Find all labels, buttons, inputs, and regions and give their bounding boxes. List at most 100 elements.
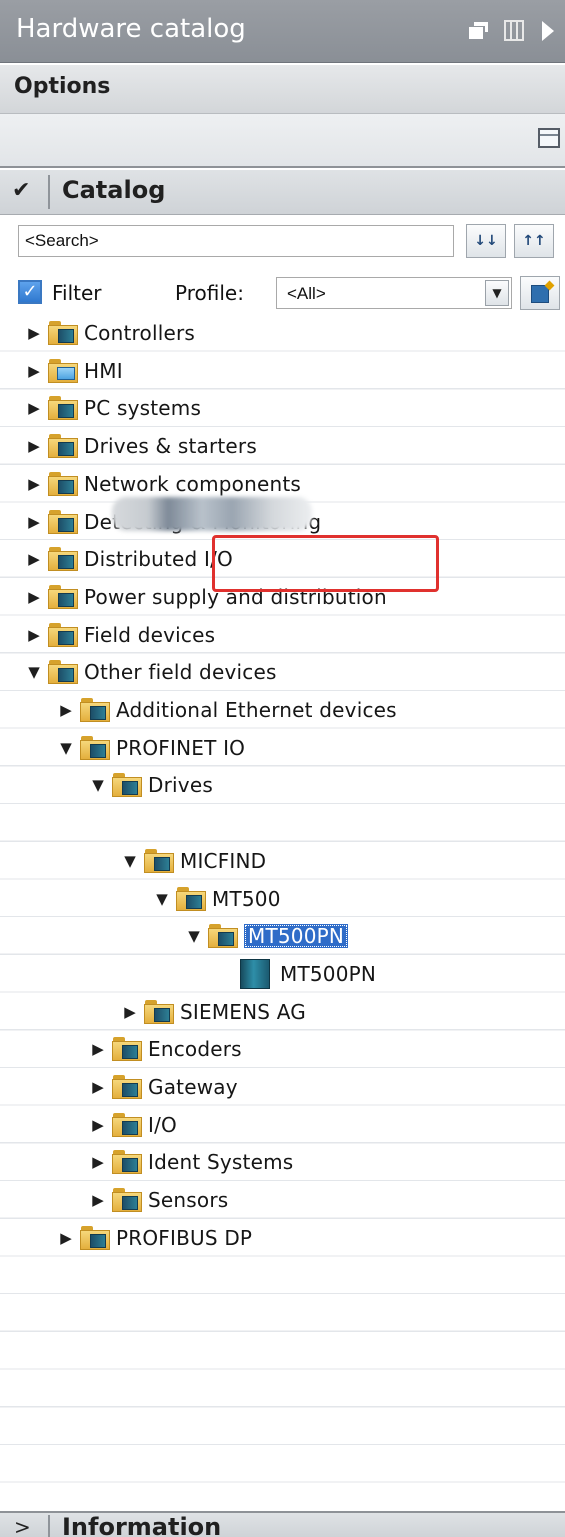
tree-folder-item[interactable]: ▶ Controllers (24, 314, 195, 352)
tree-item-label: Sensors (148, 1188, 229, 1213)
collapsed-arrow-icon[interactable]: ▶ (88, 1153, 108, 1171)
tree-folder-item[interactable]: ▼ Other field devices (24, 653, 277, 691)
expanded-arrow-icon[interactable]: ▼ (88, 776, 108, 794)
profile-label: Profile: (175, 281, 244, 305)
tree-folder-item[interactable]: ▼ MT500 (152, 880, 281, 918)
tree-item-label: Field devices (84, 622, 216, 647)
filter-label: Filter (52, 281, 102, 305)
tree-item-label: SIEMENS AG (180, 999, 306, 1024)
dropdown-arrow-icon[interactable]: ▼ (485, 280, 509, 306)
tree-leaf-item[interactable]: MT500PN (240, 955, 376, 993)
catalog-tree: ▶ Controllers ▶ HMI ▶ PC systems ▶ Drives & sta… (0, 314, 565, 1509)
collapsed-arrow-icon[interactable]: ▶ (120, 1003, 140, 1021)
collapse-panel-icon[interactable] (540, 20, 556, 42)
folder-device-icon (176, 886, 206, 911)
tree-item-label: Gateway (148, 1075, 238, 1099)
filter-checkbox[interactable]: ✓ (18, 280, 42, 304)
collapsed-arrow-icon[interactable]: ▶ (88, 1191, 108, 1209)
search-down-button[interactable]: ↓↓ (466, 224, 506, 258)
highlight-box (212, 535, 439, 592)
tree-item-label: MT500PN (244, 924, 349, 949)
tree-folder-item[interactable]: ▶ Gateway (88, 1068, 238, 1106)
tree-item-label: Encoders (148, 1037, 242, 1062)
folder-device-icon (112, 1150, 142, 1175)
collapsed-arrow-icon[interactable]: ▶ (88, 1116, 108, 1134)
tree-item-label: HMI (84, 358, 123, 383)
filter-row: ✓ Filter Profile: <All> ▼ (0, 274, 565, 314)
chevron-down-icon[interactable]: ✔ (12, 178, 30, 203)
expanded-arrow-icon[interactable]: ▼ (120, 852, 140, 870)
collapsed-arrow-icon[interactable]: ▶ (56, 1229, 76, 1247)
tree-item-label: MT500PN (280, 961, 377, 986)
collapsed-arrow-icon[interactable]: ▶ (24, 324, 44, 342)
folder-hmi-icon (48, 358, 78, 383)
device-icon (240, 958, 270, 989)
options-header[interactable]: Options (0, 65, 565, 114)
folder-device-icon (80, 735, 110, 760)
expanded-arrow-icon[interactable]: ▼ (24, 663, 44, 681)
collapsed-arrow-icon[interactable]: ▶ (24, 437, 44, 455)
information-header[interactable]: > Information (0, 1511, 565, 1537)
folder-device-icon (48, 396, 78, 421)
tree-folder-item[interactable]: ▶ Distributed I/O (24, 540, 233, 578)
tree-folder-item[interactable]: ▼ MT500PN (184, 917, 349, 955)
collapsed-arrow-icon[interactable]: ▶ (24, 550, 44, 568)
collapsed-arrow-icon[interactable]: ▶ (24, 588, 44, 606)
tree-folder-item[interactable]: ▼ PROFINET IO (56, 729, 245, 767)
search-input[interactable]: <Search> (18, 225, 454, 257)
tree-item-label: Drives & starters (84, 434, 257, 459)
folder-device-icon (48, 471, 78, 496)
tree-folder-item[interactable]: ▶ Sensors (88, 1181, 228, 1219)
collapsed-arrow-icon[interactable]: ▶ (56, 701, 76, 719)
catalog-header[interactable]: ✔ Catalog (0, 170, 565, 215)
tree-folder-item[interactable]: ▶ SIEMENS AG (120, 993, 306, 1031)
tree-folder-item[interactable]: ▶ I/O (88, 1106, 177, 1144)
expanded-arrow-icon[interactable]: ▼ (184, 927, 204, 945)
collapsed-arrow-icon[interactable]: ▶ (88, 1078, 108, 1096)
panel-title: Hardware catalog (16, 14, 246, 44)
tree-item-label: Additional Ethernet devices (116, 698, 397, 722)
tree-item-label: Other field devices (84, 660, 277, 685)
expanded-arrow-icon[interactable]: ▼ (152, 890, 172, 908)
collapsed-arrow-icon[interactable]: ▶ (24, 399, 44, 417)
tree-folder-item[interactable]: ▼ Drives (88, 766, 213, 804)
split-view-icon[interactable] (504, 20, 524, 42)
collapsed-arrow-icon[interactable]: ▶ (24, 513, 44, 531)
search-up-icon: ↑↑ (522, 233, 546, 249)
search-up-button[interactable]: ↑↑ (514, 224, 554, 258)
catalog-label: Catalog (62, 176, 166, 204)
options-label: Options (14, 74, 111, 99)
tree-item-label: Drives (148, 773, 213, 798)
profile-select[interactable]: <All> ▼ (276, 277, 512, 309)
folder-device-icon (48, 434, 78, 459)
tree-folder-item[interactable]: ▶ PROFIBUS DP (56, 1219, 252, 1257)
collapsed-arrow-icon[interactable]: ▶ (24, 362, 44, 380)
folder-device-icon (112, 1112, 142, 1137)
tree-item-label: Controllers (84, 321, 195, 345)
folder-device-icon (80, 1225, 110, 1250)
tree-folder-item[interactable]: ▶ HMI (24, 352, 123, 390)
tree-item-label: MT500 (212, 886, 281, 911)
title-bar: Hardware catalog (0, 0, 565, 63)
tree-item-label: Ident Systems (148, 1150, 294, 1175)
tree-folder-item[interactable]: ▼ MICFIND (120, 842, 266, 880)
tree-item-label: MICFIND (180, 848, 267, 873)
tree-folder-item[interactable]: ▶ Field devices (24, 616, 215, 654)
expanded-arrow-icon[interactable]: ▼ (56, 739, 76, 757)
tree-item-label: I/O (148, 1112, 177, 1137)
tree-item-label: PROFINET IO (116, 735, 246, 760)
collapsed-arrow-icon[interactable]: ▶ (24, 626, 44, 644)
collapsed-arrow-icon[interactable]: ▶ (88, 1040, 108, 1058)
tree-folder-item[interactable]: ▶ Additional Ethernet devices (56, 691, 397, 729)
folder-device-icon (48, 547, 78, 572)
redacted-entry (112, 497, 312, 531)
tree-folder-item[interactable]: ▶ Encoders (88, 1030, 242, 1068)
collapsed-arrow-icon[interactable]: ▶ (24, 475, 44, 493)
restore-window-icon[interactable] (468, 20, 490, 42)
tree-folder-item[interactable]: ▶ Ident Systems (88, 1143, 293, 1181)
tree-folder-item[interactable]: ▶ PC systems (24, 389, 201, 427)
profile-settings-button[interactable] (520, 276, 560, 310)
layout-icon[interactable] (538, 128, 560, 148)
tree-folder-item[interactable]: ▶ Drives & starters (24, 427, 257, 465)
chevron-right-icon[interactable]: > (14, 1513, 31, 1537)
